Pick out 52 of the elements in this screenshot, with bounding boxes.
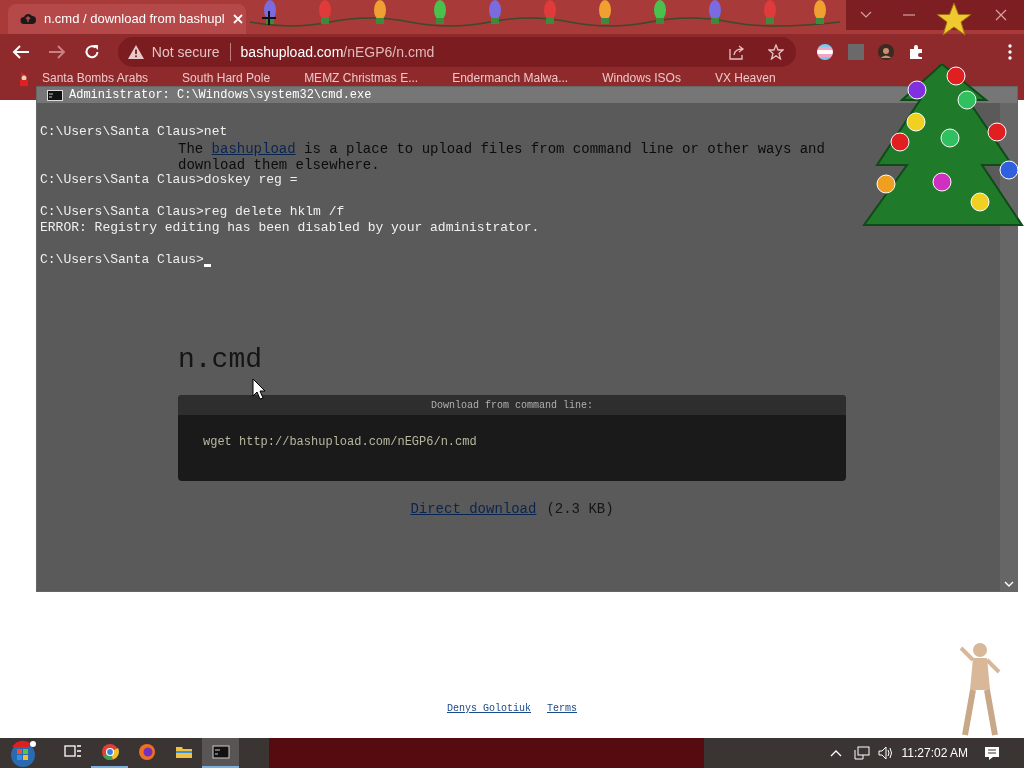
avatar-icon[interactable] xyxy=(878,44,894,60)
tab-title: n.cmd / download from bashupl xyxy=(44,10,225,29)
footer-link[interactable]: Denys Golotiuk xyxy=(447,701,531,716)
warning-icon xyxy=(127,45,144,59)
bookmark-item[interactable]: VX Heaven xyxy=(714,71,776,85)
start-orb-icon[interactable] xyxy=(8,738,38,768)
command-box-header: Download from command line: xyxy=(178,395,846,415)
bookmark-item[interactable]: Endermanch Malwa... xyxy=(452,71,569,85)
forward-arrow-icon[interactable] xyxy=(47,44,66,60)
share-icon[interactable] xyxy=(729,44,746,60)
chevron-up-icon[interactable] xyxy=(829,749,842,757)
puzzle-icon[interactable] xyxy=(908,44,924,60)
intro-text: The bashupload is a place to upload files from command line or other ways and download them elsewhere. xyxy=(178,141,826,173)
mouse-pointer-icon xyxy=(252,378,266,400)
close-icon[interactable] xyxy=(232,14,243,24)
bookmark-item[interactable]: South Hard Pole xyxy=(182,71,271,85)
console-line: ERROR: Registry editing has been disabled by your administrator. xyxy=(40,220,540,236)
console-line: C:\Users\Santa Claus>reg delete hklm /f xyxy=(40,204,345,220)
security-label: Not secure xyxy=(151,42,220,62)
file-name-heading: n.cmd xyxy=(178,343,263,377)
address-bar[interactable]: Not secure bashupload.com/nEGP6/n.cmd xyxy=(117,37,796,67)
striped-circle-icon[interactable] xyxy=(816,43,834,61)
network-icon[interactable] xyxy=(853,746,870,760)
console-line: C:\Users\Santa Claus> xyxy=(40,252,204,268)
bookmark-item[interactable]: Santa Bombs Arabs xyxy=(42,71,149,85)
volume-icon[interactable] xyxy=(877,746,894,760)
notification-icon[interactable] xyxy=(984,745,1000,761)
bookmark-item[interactable]: MEMZ Christmas E... xyxy=(304,71,419,85)
browser-icon xyxy=(100,743,119,761)
console-line: C:\Users\Santa Claus>doskey reg = xyxy=(40,172,298,188)
star-icon[interactable] xyxy=(768,44,784,60)
bookmark-item[interactable]: Windows ISOs xyxy=(602,71,681,85)
url-text: bashupload.com/nEGP6/n.cmd xyxy=(240,42,435,62)
reload-icon[interactable] xyxy=(83,44,100,60)
back-arrow-icon[interactable] xyxy=(12,44,30,60)
plus-icon[interactable] xyxy=(262,11,276,25)
santa-figure-icon[interactable] xyxy=(18,71,30,87)
scroll-down-icon[interactable] xyxy=(1003,581,1014,587)
clock-text: 11:27:02 AM xyxy=(901,745,968,762)
menu-icon[interactable] xyxy=(1008,44,1012,60)
fox-globe-icon xyxy=(137,743,156,761)
cloud-icon xyxy=(20,12,36,26)
command-text: wget http://bashupload.com/nEGP6/n.cmd xyxy=(202,434,478,451)
browser-tab[interactable]: n.cmd / download from bashupl xyxy=(8,4,246,34)
terminal-icon xyxy=(211,743,230,761)
taskbar-app-button[interactable] xyxy=(202,738,239,768)
console-title: Administrator: C:\Windows\system32\cmd.exe xyxy=(69,87,372,104)
terminal-icon xyxy=(47,89,63,101)
file-size-text: (2.3 KB) xyxy=(546,500,614,519)
star-drawing xyxy=(936,2,972,36)
footer-link[interactable]: Terms xyxy=(547,701,577,716)
console-line: C:\Users\Santa Claus>net xyxy=(40,124,228,140)
